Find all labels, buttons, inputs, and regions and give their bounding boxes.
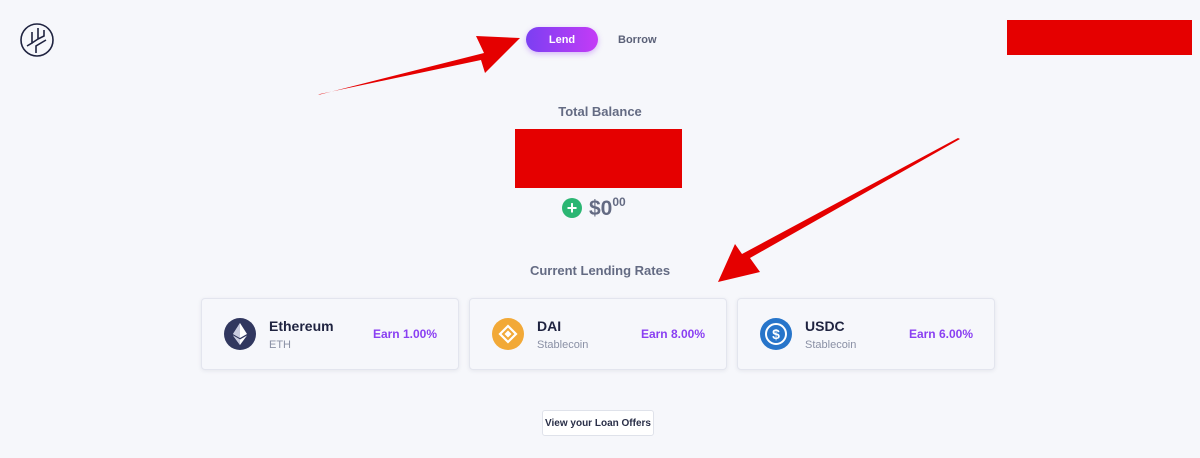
earn-rate: Earn 6.00%: [908, 327, 973, 341]
redacted-balance: [515, 129, 682, 188]
coin-text: Ethereum ETH: [269, 318, 373, 351]
coin-symbol: ETH: [269, 338, 291, 351]
redacted-account-area: [1007, 20, 1192, 55]
coin-type: Stablecoin: [805, 338, 857, 351]
lend-borrow-toggle: Lend Borrow: [526, 27, 657, 52]
lend-page: Lend Borrow Total Balance + $000 Current…: [0, 0, 1200, 458]
borrow-tab[interactable]: Borrow: [618, 34, 657, 46]
annotation-arrows: [318, 36, 960, 282]
lend-tab[interactable]: Lend: [526, 27, 598, 52]
dai-icon: [492, 318, 524, 350]
lending-rates-list: Ethereum ETH Earn 1.00% DAI Stablecoin E…: [201, 298, 995, 370]
balance-cents: 00: [612, 195, 626, 209]
coin-name: DAI: [537, 317, 562, 334]
ethereum-icon: [224, 318, 256, 350]
coin-text: DAI Stablecoin: [537, 318, 641, 351]
usdc-icon: $: [760, 318, 792, 350]
svg-text:$: $: [772, 326, 780, 342]
balance-dollars: $0: [589, 197, 613, 220]
plus-circle-icon[interactable]: +: [562, 198, 582, 218]
rate-card-dai[interactable]: DAI Stablecoin Earn 8.00%: [469, 298, 727, 370]
annotation-arrow-to-lend: [318, 36, 520, 95]
coin-name: USDC: [805, 317, 845, 334]
annotation-arrow-to-rates: [718, 138, 960, 282]
balance-amount: $000: [589, 195, 626, 221]
app-logo-icon[interactable]: [19, 22, 55, 58]
rate-card-usdc[interactable]: $ USDC Stablecoin Earn 6.00%: [737, 298, 995, 370]
earn-rate: Earn 1.00%: [372, 327, 437, 341]
lending-rates-heading: Current Lending Rates: [529, 263, 671, 278]
view-loan-offers-button[interactable]: View your Loan Offers: [542, 410, 654, 436]
rate-card-ethereum[interactable]: Ethereum ETH Earn 1.00%: [201, 298, 459, 370]
coin-name: Ethereum: [269, 317, 334, 334]
balance-row: + $000: [562, 195, 626, 221]
total-balance-label: Total Balance: [558, 104, 642, 119]
coin-text: USDC Stablecoin: [805, 318, 909, 351]
earn-rate: Earn 8.00%: [640, 327, 705, 341]
coin-type: Stablecoin: [537, 338, 589, 351]
